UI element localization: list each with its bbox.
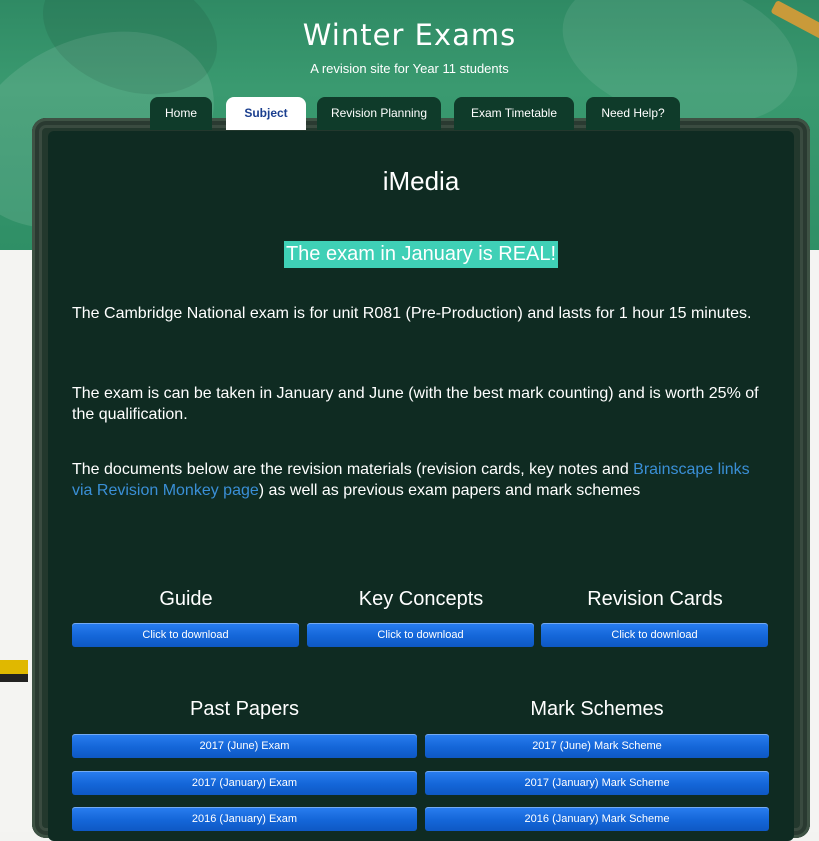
key-concepts-heading: Key Concepts xyxy=(358,588,484,610)
past-paper-button-2017-june[interactable]: 2017 (June) Exam xyxy=(72,734,417,758)
tape-decoration xyxy=(0,660,28,674)
tab-revision-planning[interactable]: Revision Planning xyxy=(317,97,441,130)
past-paper-button-2016-january[interactable]: 2016 (January) Exam xyxy=(72,807,417,831)
paragraph-documents: The documents below are the revision mat… xyxy=(72,459,772,501)
site-title: Winter Exams xyxy=(302,18,517,52)
key-concepts-download-button[interactable]: Click to download xyxy=(307,623,534,647)
tab-need-help[interactable]: Need Help? xyxy=(586,97,680,130)
paragraph-exam-timing: The exam is can be taken in January and … xyxy=(72,385,759,423)
tab-home[interactable]: Home xyxy=(150,97,212,130)
tab-exam-timetable[interactable]: Exam Timetable xyxy=(454,97,574,130)
guide-heading: Guide xyxy=(159,588,213,610)
revision-cards-heading: Revision Cards xyxy=(587,588,723,610)
main-nav: Home Subject Revision Planning Exam Time… xyxy=(0,97,819,131)
page-title: iMedia xyxy=(382,166,460,196)
mark-scheme-button-2017-june[interactable]: 2017 (June) Mark Scheme xyxy=(425,734,769,758)
past-papers-heading: Past Papers xyxy=(190,698,299,720)
guide-download-button[interactable]: Click to download xyxy=(72,623,299,647)
mark-scheme-button-2017-january[interactable]: 2017 (January) Mark Scheme xyxy=(425,771,769,795)
revision-cards-download-button[interactable]: Click to download xyxy=(541,623,768,647)
mark-scheme-button-2016-january[interactable]: 2016 (January) Mark Scheme xyxy=(425,807,769,831)
alert-container: The exam in January is REAL! xyxy=(48,241,794,268)
site-subtitle: A revision site for Year 11 students xyxy=(310,61,509,76)
paragraph-text: ) as well as previous exam papers and ma… xyxy=(258,482,641,499)
past-paper-button-2017-january[interactable]: 2017 (January) Exam xyxy=(72,771,417,795)
paragraph-exam-info: The Cambridge National exam is for unit … xyxy=(72,305,752,322)
tape-decoration xyxy=(0,674,28,682)
mark-schemes-heading: Mark Schemes xyxy=(530,698,664,720)
tab-subject[interactable]: Subject xyxy=(226,97,306,130)
exam-alert-banner: The exam in January is REAL! xyxy=(283,241,559,268)
paragraph-text: The documents below are the revision mat… xyxy=(72,461,634,478)
